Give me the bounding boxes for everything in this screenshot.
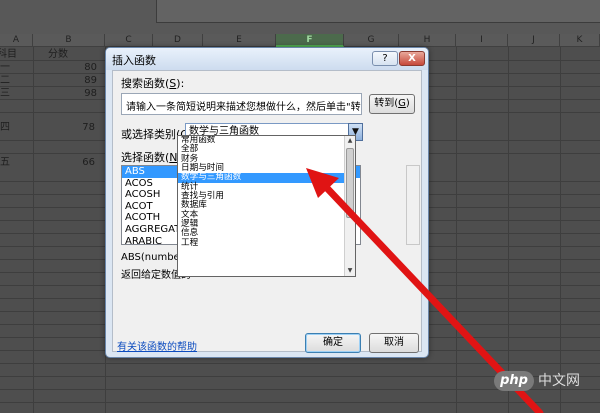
watermark: php 中文网 xyxy=(494,370,580,392)
php-logo: php xyxy=(494,371,534,391)
red-arrow-annotation xyxy=(306,168,544,413)
watermark-text: 中文网 xyxy=(538,373,580,389)
